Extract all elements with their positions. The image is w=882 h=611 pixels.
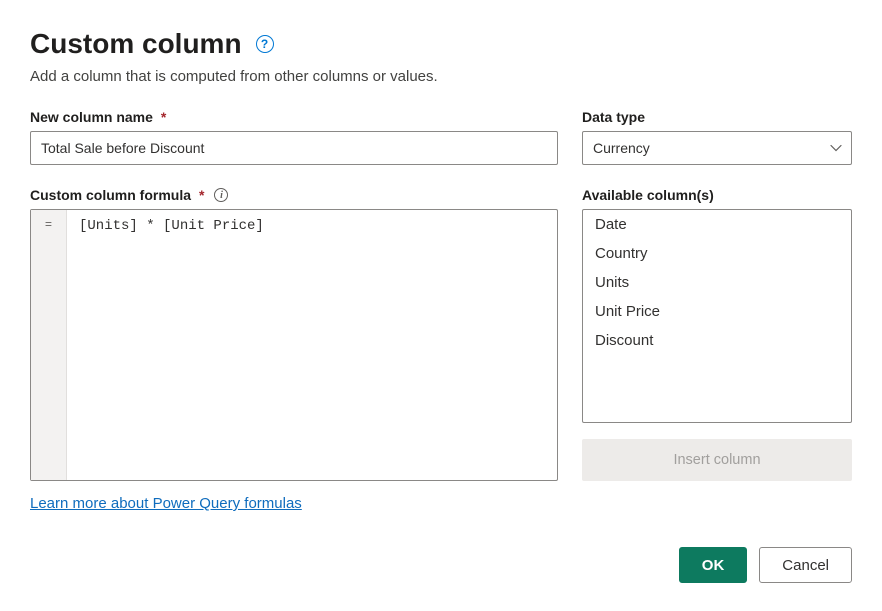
- dialog-subtitle: Add a column that is computed from other…: [30, 68, 852, 85]
- cancel-button[interactable]: Cancel: [759, 547, 852, 583]
- dialog-title: Custom column: [30, 28, 242, 60]
- data-type-label: Data type: [582, 109, 852, 125]
- data-type-select[interactable]: Currency: [582, 131, 852, 165]
- required-indicator: *: [161, 109, 166, 125]
- required-indicator: *: [199, 187, 204, 203]
- formula-text[interactable]: [Units] * [Unit Price]: [67, 210, 557, 480]
- data-type-label-text: Data type: [582, 109, 645, 125]
- info-icon[interactable]: i: [214, 188, 228, 202]
- formula-label-text: Custom column formula: [30, 187, 191, 203]
- ok-button[interactable]: OK: [679, 547, 748, 583]
- formula-gutter: =: [31, 210, 67, 480]
- available-columns-label: Available column(s): [582, 187, 852, 203]
- list-item[interactable]: Date: [583, 210, 851, 239]
- available-columns-label-text: Available column(s): [582, 187, 714, 203]
- column-name-label: New column name *: [30, 109, 558, 125]
- column-name-input[interactable]: [30, 131, 558, 165]
- help-icon[interactable]: ?: [256, 35, 274, 53]
- list-item[interactable]: Discount: [583, 326, 851, 355]
- data-type-value: Currency: [593, 140, 650, 156]
- list-item[interactable]: Units: [583, 268, 851, 297]
- learn-more-link[interactable]: Learn more about Power Query formulas: [30, 495, 302, 512]
- formula-editor[interactable]: = [Units] * [Unit Price]: [30, 209, 558, 481]
- list-item[interactable]: Country: [583, 239, 851, 268]
- list-item[interactable]: Unit Price: [583, 297, 851, 326]
- formula-label: Custom column formula * i: [30, 187, 558, 203]
- column-name-label-text: New column name: [30, 109, 153, 125]
- available-columns-list[interactable]: Date Country Units Unit Price Discount: [582, 209, 852, 423]
- insert-column-button: Insert column: [582, 439, 852, 481]
